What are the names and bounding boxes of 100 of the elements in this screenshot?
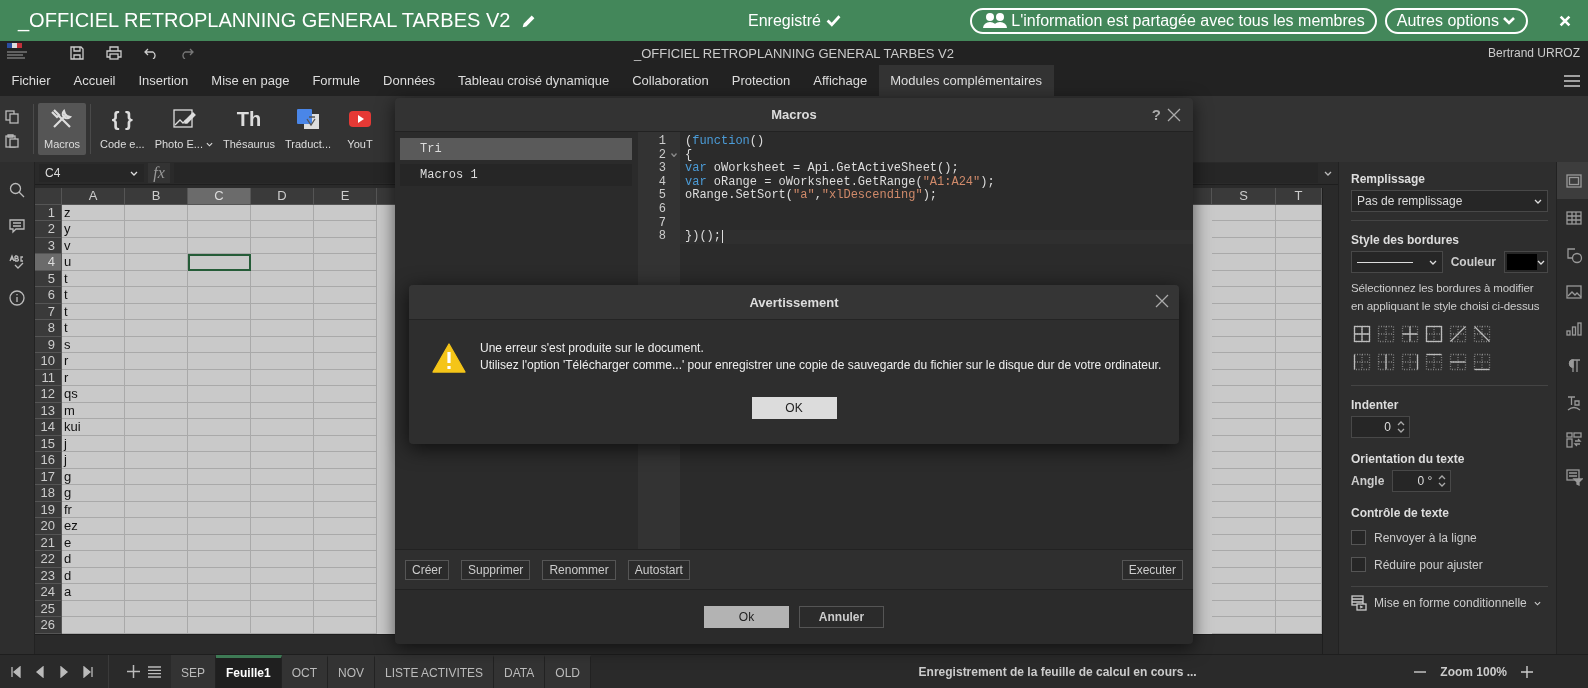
menu-icon[interactable] — [1564, 74, 1580, 87]
function-button[interactable]: fx — [148, 163, 170, 183]
menu-tab[interactable]: Modules complémentaires — [878, 65, 1054, 96]
column-header[interactable]: D — [251, 188, 314, 205]
previous-sheet-icon[interactable] — [34, 665, 46, 678]
line-style-dropdown[interactable] — [1351, 251, 1443, 273]
menu-tab[interactable]: Tableau croisé dynamique — [446, 65, 621, 96]
sheet-tab[interactable]: NOV — [328, 655, 376, 688]
close-button[interactable] — [1558, 13, 1572, 28]
caret-icon[interactable] — [205, 141, 213, 147]
fold-icon[interactable] — [671, 152, 677, 157]
ribbon-translate-button[interactable]: Traduct... — [279, 103, 336, 155]
ribbon-photo-button[interactable]: Photo E... — [149, 103, 218, 155]
border-right-icon[interactable] — [1401, 353, 1419, 371]
macro-action-button[interactable]: Renommer — [542, 559, 616, 580]
help-button[interactable]: ? — [1151, 106, 1161, 123]
border-outer-icon[interactable] — [1425, 325, 1443, 343]
close-icon[interactable] — [1167, 107, 1181, 122]
column-header[interactable]: S — [1212, 188, 1276, 205]
row-header[interactable]: 20 — [35, 518, 62, 535]
options-button[interactable]: Autres options — [1384, 7, 1528, 34]
next-sheet-icon[interactable] — [58, 665, 70, 678]
menu-tab[interactable]: Données — [371, 65, 447, 96]
border-left-icon[interactable] — [1353, 353, 1371, 371]
ok-button[interactable]: OK — [751, 397, 837, 419]
caret-icon[interactable] — [1533, 600, 1541, 606]
border-diag-up-icon[interactable] — [1449, 325, 1467, 343]
list-icon[interactable] — [148, 665, 161, 678]
ribbon-glyph-button[interactable]: Th Thésaurus — [217, 103, 280, 155]
border-none-icon[interactable] — [1377, 325, 1395, 343]
spellcheck-icon[interactable] — [9, 254, 25, 270]
border-inner-icon[interactable] — [1401, 325, 1419, 343]
checkbox[interactable] — [1351, 557, 1366, 572]
ok-button[interactable]: Ok — [704, 606, 789, 628]
menu-tab[interactable]: Insertion — [126, 65, 200, 96]
row-header[interactable]: 10 — [35, 353, 62, 370]
share-button[interactable]: L'information est partagée avec tous les membres — [970, 7, 1377, 34]
caret-icon[interactable] — [1428, 259, 1437, 265]
expand-caret-icon[interactable] — [1324, 170, 1332, 176]
row-header[interactable]: 16 — [35, 452, 62, 469]
row-header[interactable]: 8 — [35, 320, 62, 337]
border-all-icon[interactable] — [1353, 325, 1371, 343]
column-header[interactable]: T — [1276, 188, 1322, 205]
column-header[interactable]: B — [125, 188, 188, 205]
search-icon[interactable] — [9, 182, 25, 198]
ribbon-tools-button[interactable]: Macros — [38, 103, 86, 155]
plus-icon[interactable] — [127, 665, 140, 678]
sheet-tab[interactable]: OLD — [545, 655, 591, 688]
macro-action-button[interactable]: Autostart — [627, 559, 690, 580]
row-header[interactable]: 6 — [35, 287, 62, 304]
ribbon-glyph-button[interactable]: { } Code e... — [95, 103, 150, 155]
row-header[interactable]: 2 — [35, 221, 62, 238]
row-header[interactable]: 14 — [35, 419, 62, 436]
fill-dropdown[interactable]: Pas de remplissage — [1351, 190, 1548, 212]
macro-list-item[interactable]: Macros 1 — [400, 164, 632, 186]
row-header[interactable]: 18 — [35, 485, 62, 502]
macro-action-button[interactable]: Supprimer — [461, 559, 531, 580]
row-header[interactable]: 26 — [35, 617, 62, 634]
first-sheet-icon[interactable] — [10, 665, 22, 678]
caret-icon[interactable] — [130, 170, 138, 176]
name-box[interactable]: C4 — [39, 164, 144, 182]
sheet-tab[interactable]: OCT — [281, 655, 329, 688]
sheet-tab[interactable]: LISTE ACTIVITES — [375, 655, 495, 688]
menu-tab[interactable]: Formule — [300, 65, 372, 96]
sheet-tab[interactable]: SEP — [171, 655, 216, 688]
conditional-format-button[interactable]: Mise en forme conditionnelle — [1351, 595, 1548, 611]
caret-icon[interactable] — [1534, 198, 1542, 204]
row-header[interactable]: 4 — [35, 254, 62, 271]
close-icon[interactable] — [1155, 294, 1169, 308]
macro-action-button[interactable]: Créer — [405, 559, 449, 580]
border-diag-down-icon[interactable] — [1473, 325, 1491, 343]
info-icon[interactable] — [9, 290, 25, 306]
last-sheet-icon[interactable] — [82, 665, 94, 678]
color-picker[interactable] — [1504, 251, 1548, 273]
border-vertical-icon[interactable] — [1377, 353, 1395, 371]
row-header[interactable]: 12 — [35, 386, 62, 403]
undo-icon[interactable] — [144, 47, 158, 59]
column-header[interactable]: A — [62, 188, 125, 205]
row-header[interactable]: 24 — [35, 584, 62, 601]
run-button[interactable]: Executer — [1121, 559, 1183, 580]
checkbox[interactable] — [1351, 530, 1366, 545]
menu-tab[interactable]: Protection — [720, 65, 802, 96]
menu-tab[interactable]: Mise en page — [199, 65, 301, 96]
sheet-tab[interactable]: Feuille1 — [216, 655, 282, 688]
redo-icon[interactable] — [180, 47, 194, 59]
border-horizontal-icon[interactable] — [1449, 353, 1467, 371]
indent-field[interactable]: 0 — [1351, 416, 1410, 438]
caret-icon[interactable] — [1537, 259, 1545, 265]
cancel-button[interactable]: Annuler — [799, 606, 884, 628]
row-header[interactable]: 22 — [35, 551, 62, 568]
comment-icon[interactable] — [9, 218, 25, 234]
menu-tab[interactable]: Accueil — [62, 65, 127, 96]
save-icon[interactable] — [70, 46, 84, 60]
print-icon[interactable] — [106, 46, 122, 60]
sheet-tab[interactable]: DATA — [494, 655, 546, 688]
column-header[interactable]: E — [314, 188, 377, 205]
ribbon-video-button[interactable]: YouT — [336, 103, 384, 155]
border-top-icon[interactable] — [1425, 353, 1443, 371]
border-bottom-icon[interactable] — [1473, 353, 1491, 371]
menu-tab[interactable]: Fichier — [0, 65, 62, 96]
